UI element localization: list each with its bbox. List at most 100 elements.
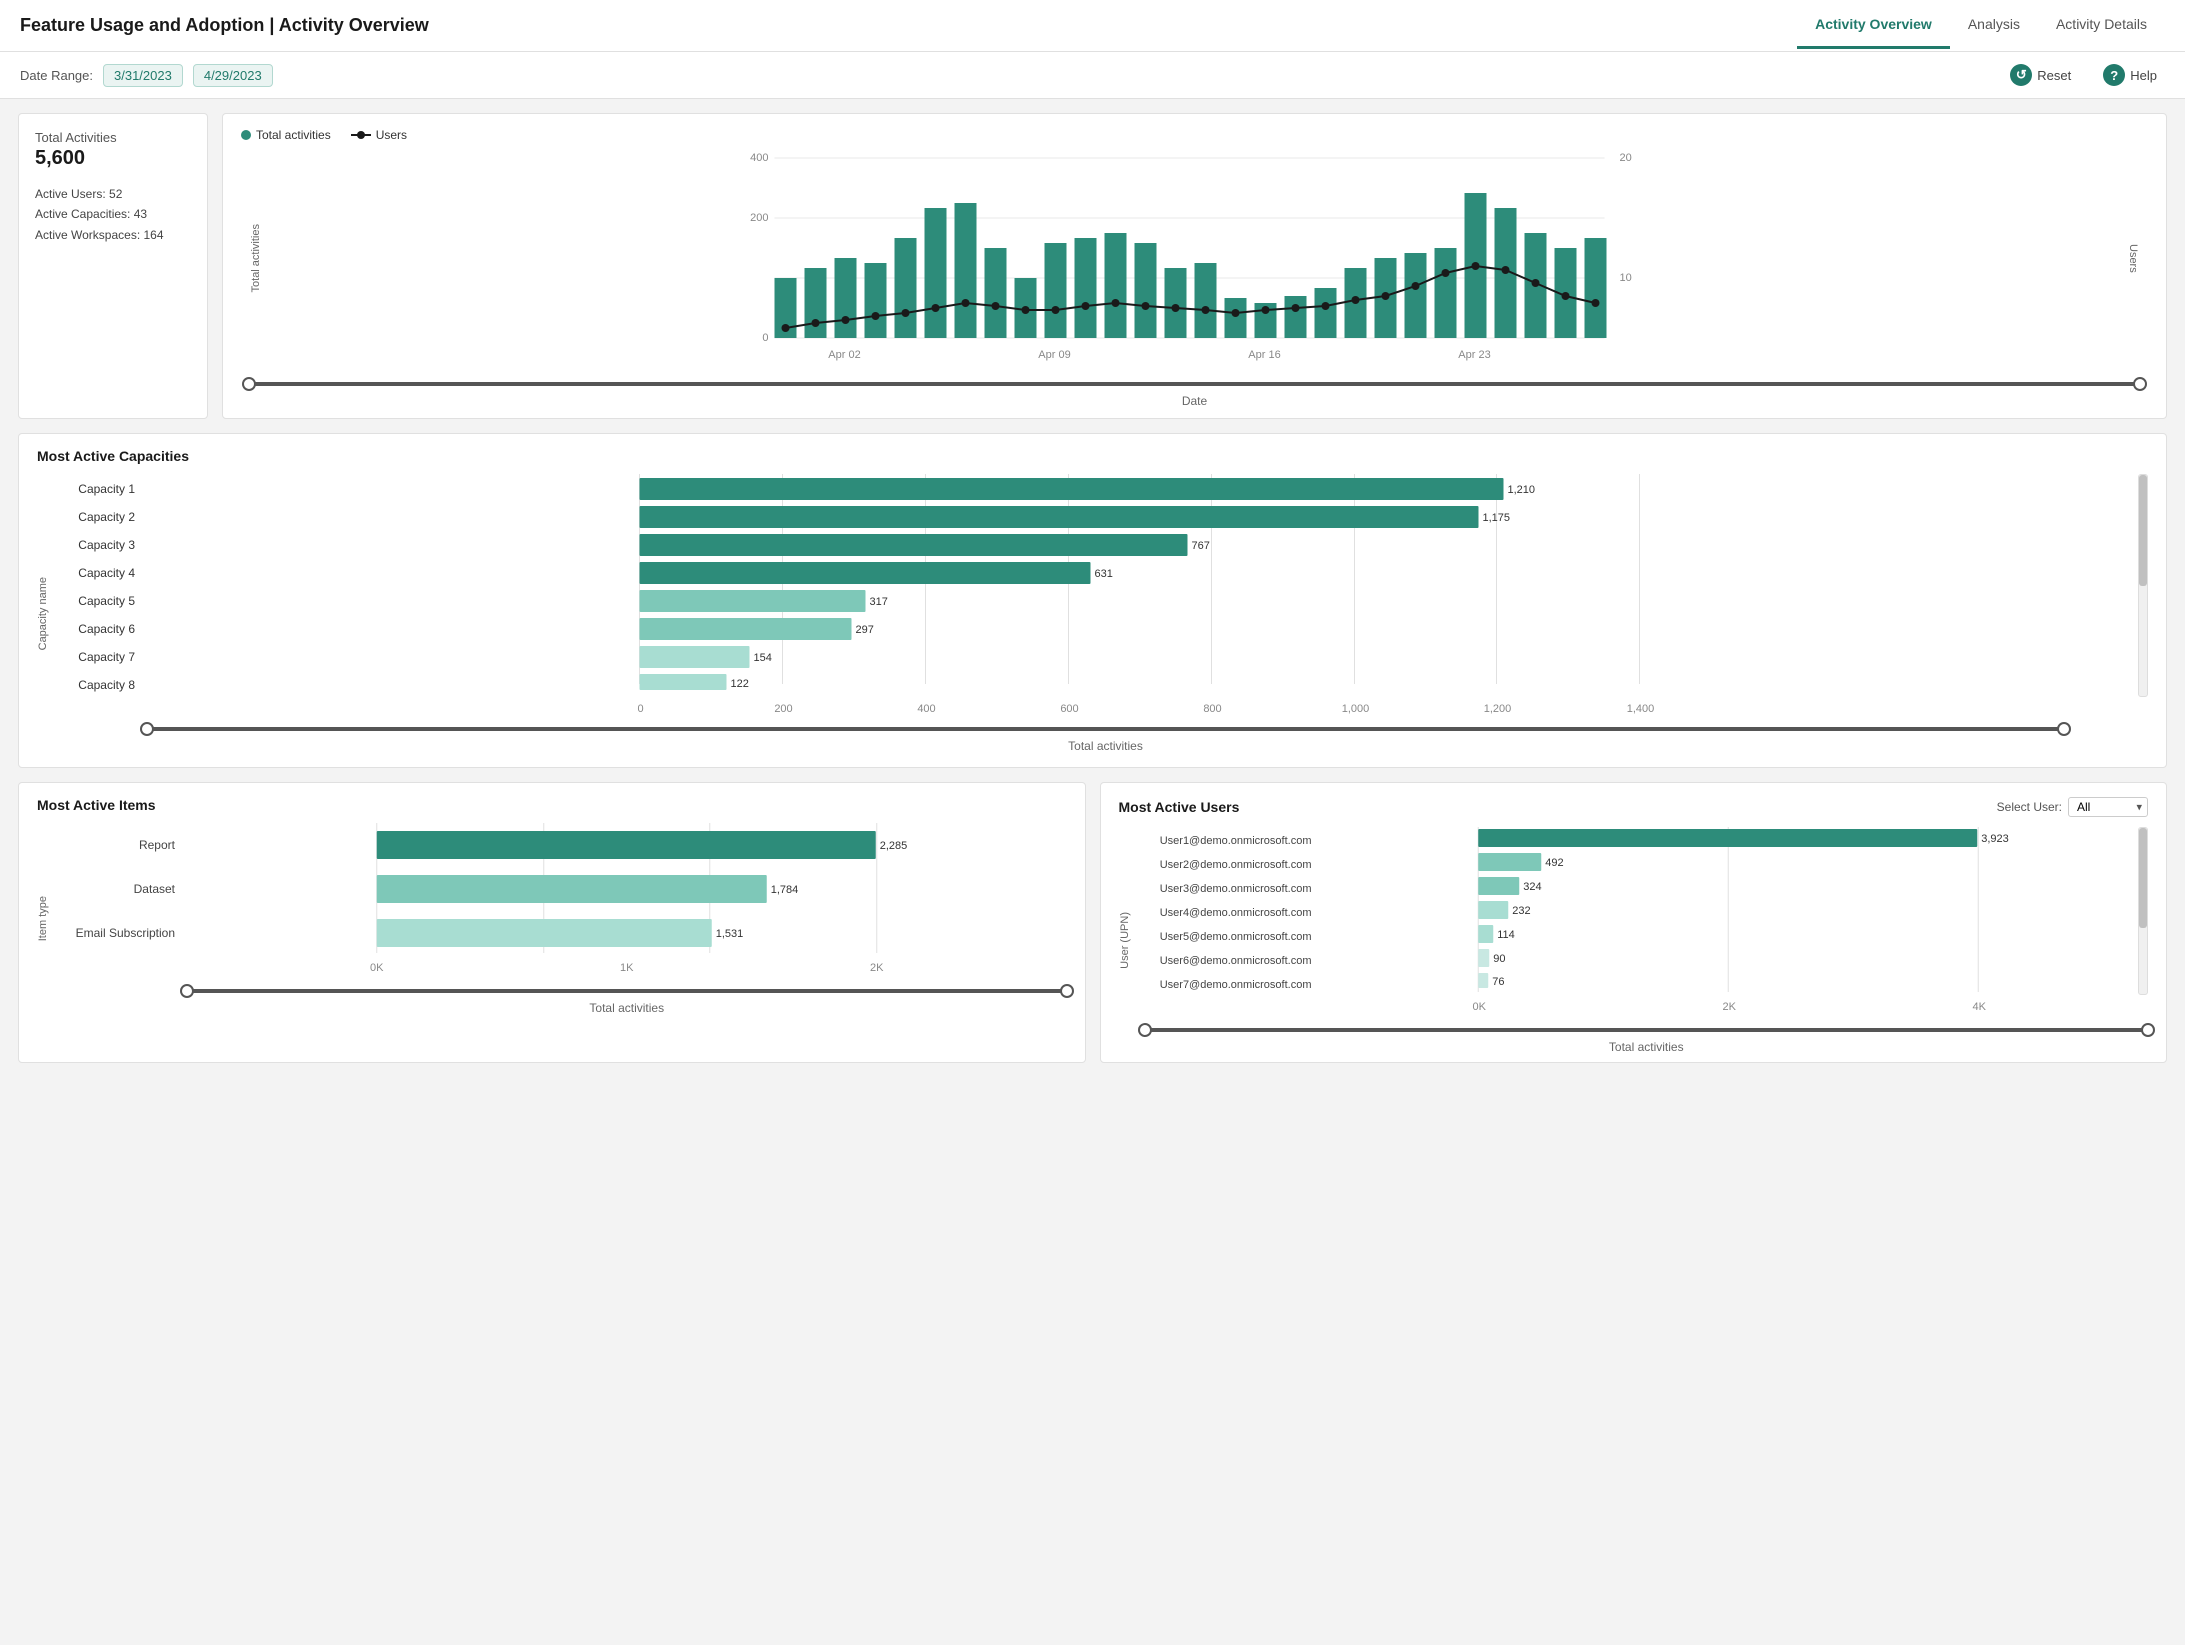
svg-text:1,210: 1,210 — [1508, 484, 1536, 496]
app-header: Feature Usage and Adoption | Activity Ov… — [0, 0, 2185, 52]
legend-total-label: Total activities — [256, 128, 331, 142]
svg-text:0K: 0K — [1472, 1001, 1486, 1013]
capacity-bars-svg-area: 1,210 1,175 767 631 317 — [147, 474, 2132, 697]
items-label-report: Report — [63, 831, 183, 859]
active-users-stat: Active Users: 52 — [35, 184, 191, 204]
nav-tabs: Activity Overview Analysis Activity Deta… — [1797, 2, 2165, 49]
tab-analysis[interactable]: Analysis — [1950, 2, 2038, 49]
svg-text:232: 232 — [1512, 905, 1530, 917]
capacity-label-3: Capacity 3 — [63, 534, 143, 556]
users-y-labels: User1@demo.onmicrosoft.com User2@demo.on… — [1145, 827, 1320, 995]
users-slider-right[interactable] — [2141, 1023, 2155, 1037]
capacity-label-8: Capacity 8 — [63, 674, 143, 696]
capacity-label-1: Capacity 1 — [63, 478, 143, 500]
items-slider-left[interactable] — [180, 984, 194, 998]
tab-activity-overview[interactable]: Activity Overview — [1797, 2, 1950, 49]
items-chart-title: Most Active Items — [37, 797, 1067, 813]
svg-text:154: 154 — [754, 652, 772, 664]
svg-text:600: 600 — [1060, 703, 1078, 715]
svg-text:1,175: 1,175 — [1483, 512, 1511, 524]
svg-text:122: 122 — [731, 678, 749, 690]
tab-activity-details[interactable]: Activity Details — [2038, 2, 2165, 49]
capacity-slider-right[interactable] — [2057, 722, 2071, 736]
capacity-y-axis-label: Capacity name — [37, 577, 49, 650]
user-label-6: User6@demo.onmicrosoft.com — [1145, 951, 1320, 971]
date-range: Date Range: 3/31/2023 4/29/2023 — [20, 64, 273, 87]
capacity-x-ticks: 0 200 400 600 800 1,000 1,200 1,400 — [63, 697, 2148, 717]
svg-text:1,531: 1,531 — [716, 928, 744, 940]
items-slider-right[interactable] — [1060, 984, 1074, 998]
select-user-dropdown[interactable]: All — [2068, 797, 2148, 817]
top-row: Total Activities 5,600 Active Users: 52 … — [18, 113, 2167, 419]
svg-text:90: 90 — [1493, 953, 1505, 965]
svg-text:1,200: 1,200 — [1484, 703, 1512, 715]
user-label-7: User7@demo.onmicrosoft.com — [1145, 975, 1320, 995]
toolbar: Date Range: 3/31/2023 4/29/2023 ↺ Reset … — [0, 52, 2185, 99]
users-bars-svg-area: 3,923 492 324 232 — [1324, 827, 2133, 995]
svg-text:Apr 16: Apr 16 — [1248, 349, 1280, 361]
capacity-label-5: Capacity 5 — [63, 590, 143, 612]
total-activities-value: 5,600 — [35, 147, 191, 170]
activity-y-axis-label: Total activities — [250, 224, 262, 292]
svg-text:400: 400 — [750, 152, 768, 164]
user-label-1: User1@demo.onmicrosoft.com — [1145, 831, 1320, 851]
svg-text:492: 492 — [1545, 857, 1563, 869]
capacity-scrollbar[interactable] — [2138, 474, 2148, 697]
active-capacities-label: Active Capacities: — [35, 207, 130, 221]
help-button[interactable]: ? Help — [2095, 60, 2165, 90]
svg-text:114: 114 — [1497, 929, 1515, 941]
slider-thumb-right[interactable] — [2133, 377, 2147, 391]
legend-total-activities: Total activities — [241, 128, 331, 142]
svg-text:1,784: 1,784 — [771, 884, 799, 896]
svg-text:Apr 09: Apr 09 — [1038, 349, 1070, 361]
capacity-chart-card: Most Active Capacities Capacity name Cap… — [18, 433, 2167, 768]
user-label-4: User4@demo.onmicrosoft.com — [1145, 903, 1320, 923]
slider-thumb-left[interactable] — [242, 377, 256, 391]
items-x-axis-label: Total activities — [187, 1001, 1067, 1015]
capacity-slider[interactable]: Total activities — [63, 717, 2148, 753]
svg-text:Apr 23: Apr 23 — [1458, 349, 1490, 361]
users-bars-area: User1@demo.onmicrosoft.com User2@demo.on… — [1145, 827, 2149, 995]
reset-button[interactable]: ↺ Reset — [2002, 60, 2079, 90]
activity-slider[interactable]: Date — [241, 372, 2148, 410]
items-bars-area: Report Dataset Email Subscription — [63, 823, 1067, 956]
help-label: Help — [2130, 68, 2157, 83]
svg-text:76: 76 — [1492, 976, 1504, 988]
svg-text:317: 317 — [870, 596, 888, 608]
legend-users-label: Users — [376, 128, 407, 142]
summary-stats: Active Users: 52 Active Capacities: 43 A… — [35, 184, 191, 245]
user-label-5: User5@demo.onmicrosoft.com — [1145, 927, 1320, 947]
users-card-header: Most Active Users Select User: All ▾ — [1119, 797, 2149, 817]
date-end[interactable]: 4/29/2023 — [193, 64, 273, 87]
toolbar-right: ↺ Reset ? Help — [2002, 60, 2165, 90]
users-scrollbar[interactable] — [2138, 827, 2148, 995]
select-user-wrapper[interactable]: All ▾ — [2068, 797, 2148, 817]
capacity-chart-title: Most Active Capacities — [37, 448, 2148, 464]
items-label-dataset: Dataset — [63, 875, 183, 903]
capacity-slider-left[interactable] — [140, 722, 154, 736]
users-x-axis-label: Total activities — [1145, 1040, 2149, 1054]
main-content: Total Activities 5,600 Active Users: 52 … — [0, 99, 2185, 1077]
legend-dot-total — [241, 130, 251, 140]
date-start[interactable]: 3/31/2023 — [103, 64, 183, 87]
svg-text:200: 200 — [750, 212, 768, 224]
svg-text:3,923: 3,923 — [1981, 833, 2009, 845]
capacity-x-axis-label: Total activities — [147, 739, 2064, 753]
items-slider[interactable]: Total activities — [63, 979, 1067, 1015]
svg-text:800: 800 — [1203, 703, 1221, 715]
user-label-3: User3@demo.onmicrosoft.com — [1145, 879, 1320, 899]
capacity-label-2: Capacity 2 — [63, 506, 143, 528]
legend-users: Users — [351, 128, 407, 142]
help-icon: ? — [2103, 64, 2125, 86]
items-x-ticks: 0K 1K 2K — [63, 956, 1067, 979]
activity-chart-card: Total activities Users Total activities — [222, 113, 2167, 419]
active-capacities-stat: Active Capacities: 43 — [35, 204, 191, 224]
active-capacities-value: 43 — [134, 207, 147, 221]
svg-text:10: 10 — [1620, 272, 1632, 284]
svg-text:324: 324 — [1523, 881, 1541, 893]
users-slider[interactable]: Total activities — [1145, 1018, 2149, 1054]
select-user-area: Select User: All ▾ — [1997, 797, 2148, 817]
active-workspaces-label: Active Workspaces: — [35, 228, 140, 242]
app-title: Feature Usage and Adoption | Activity Ov… — [20, 15, 429, 36]
users-slider-left[interactable] — [1138, 1023, 1152, 1037]
